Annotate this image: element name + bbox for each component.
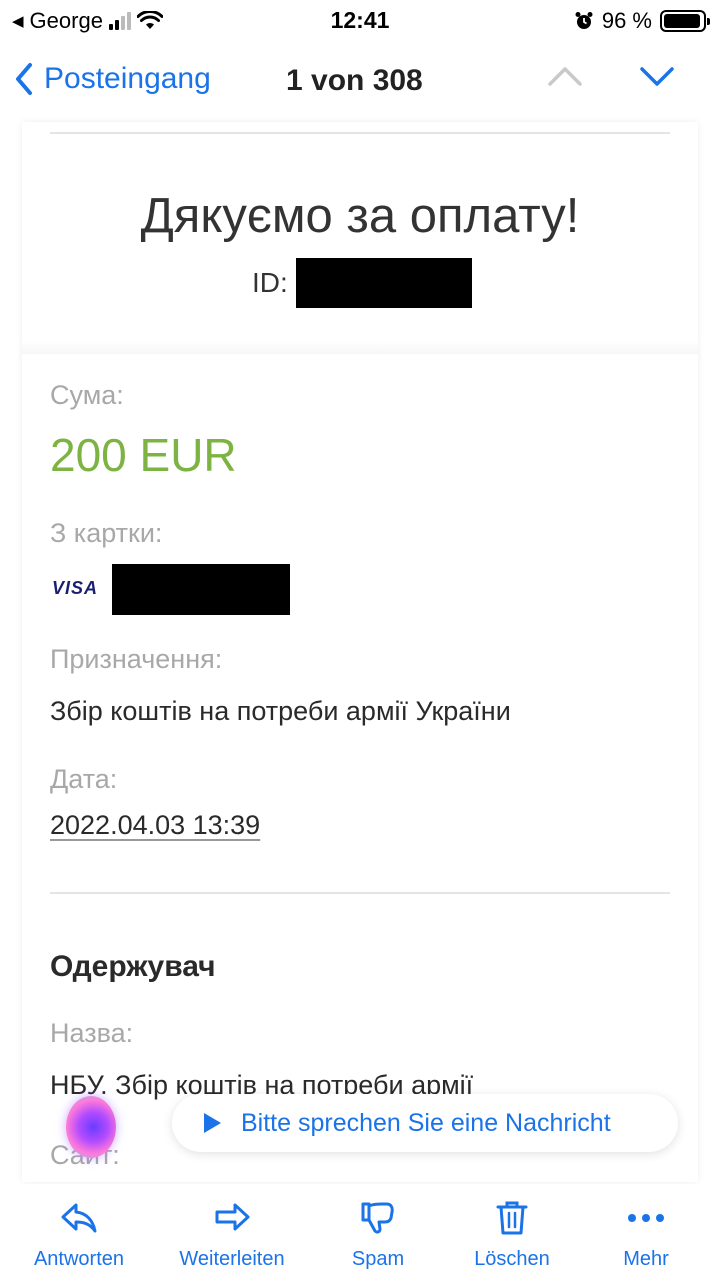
chevron-left-icon — [16, 63, 32, 95]
bottom-toolbar: Antworten Weiterleiten Spam Löschen Mehr — [0, 1184, 720, 1280]
more-button[interactable]: Mehr — [576, 1198, 716, 1271]
recipient-heading: Одержувач — [50, 950, 216, 983]
card-label: З картки: — [50, 518, 163, 548]
more-label: Mehr — [623, 1248, 669, 1270]
date-label: Дата: — [50, 764, 118, 794]
trash-icon — [492, 1198, 532, 1238]
date-value-link[interactable]: 2022.04.03 13:39 — [50, 810, 260, 841]
delete-button[interactable]: Löschen — [442, 1198, 582, 1271]
amount-value: 200 EUR — [50, 429, 237, 481]
redacted-id — [295, 258, 472, 308]
delete-label: Löschen — [474, 1248, 550, 1270]
alarm-icon — [575, 12, 593, 29]
battery-percent: 96 % — [601, 8, 652, 33]
previous-message-button[interactable] — [546, 64, 584, 93]
siri-prompt-text: Bitte sprechen Sie eine Nachricht — [241, 1108, 611, 1137]
section-band — [22, 340, 698, 354]
back-to-inbox-button[interactable]: Posteingang — [14, 62, 211, 96]
amount-label: Сума: — [50, 380, 124, 410]
siri-orb-icon[interactable] — [66, 1096, 116, 1158]
more-dots-icon — [626, 1198, 666, 1238]
thumbs-down-icon — [358, 1198, 398, 1238]
name-label: Назва: — [50, 1018, 134, 1048]
id-label: ID: — [252, 267, 288, 298]
middle-divider — [50, 892, 670, 894]
reply-button[interactable]: Antworten — [9, 1198, 149, 1271]
receipt-title: Дякуємо за оплату! — [140, 189, 580, 243]
reply-icon — [59, 1198, 99, 1238]
transaction-id-row: ID: — [252, 258, 472, 308]
forward-icon — [212, 1198, 252, 1238]
play-icon — [204, 1113, 221, 1133]
top-divider — [50, 132, 670, 134]
back-label: Posteingang — [44, 62, 211, 95]
redacted-card-number — [112, 564, 290, 615]
purpose-label: Призначення: — [50, 644, 223, 674]
chevron-down-icon — [640, 67, 674, 86]
reply-label: Antworten — [33, 1248, 125, 1270]
next-message-button[interactable] — [638, 64, 676, 93]
siri-prompt-bubble[interactable]: Bitte sprechen Sie eine Nachricht — [172, 1094, 678, 1152]
email-body-card: Дякуємо за оплату! ID: Сума: 200 EUR З к… — [22, 122, 698, 1182]
spam-label: Spam — [351, 1248, 405, 1270]
battery-icon — [660, 10, 710, 32]
purpose-value: Збір коштів на потреби армії України — [50, 696, 511, 726]
forward-button[interactable]: Weiterleiten — [162, 1198, 302, 1271]
battery-level — [664, 14, 701, 28]
status-bar: ◀ George 12:41 96 % — [0, 0, 720, 44]
nav-bar: Posteingang 1 von 308 — [0, 52, 720, 112]
spam-button[interactable]: Spam — [308, 1198, 448, 1271]
message-position: 1 von 308 — [286, 64, 423, 97]
chevron-up-icon — [548, 67, 582, 86]
forward-label: Weiterleiten — [179, 1248, 285, 1270]
visa-logo-icon: VISA — [52, 578, 99, 598]
status-right: 96 % — [574, 8, 710, 34]
